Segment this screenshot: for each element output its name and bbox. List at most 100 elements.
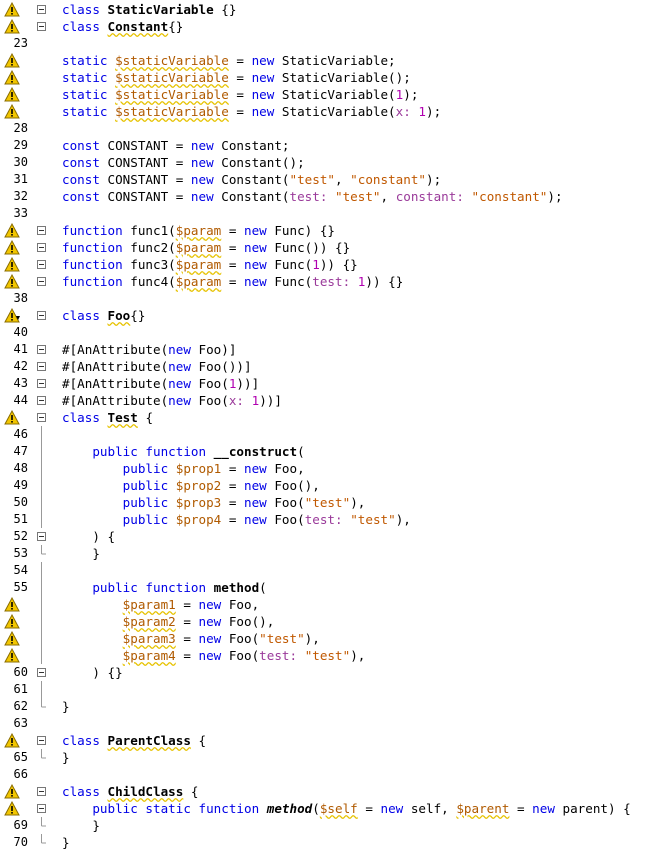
fold-toggle-icon[interactable] — [37, 787, 46, 796]
warning-icon[interactable] — [4, 223, 20, 238]
code-line[interactable]: 51 public $prop4 = new Foo(test: "test")… — [0, 511, 668, 528]
code-line[interactable]: 40 — [0, 324, 668, 341]
code-line[interactable]: class StaticVariable {} — [0, 1, 668, 18]
code-line[interactable]: 50 public $prop3 = new Foo("test"), — [0, 494, 668, 511]
fold-toggle-icon[interactable] — [37, 277, 46, 286]
fold-toggle-icon[interactable] — [37, 311, 46, 320]
code-text[interactable]: #[AnAttribute(new Foo(x: 1))] — [62, 392, 282, 409]
code-text[interactable]: const CONSTANT = new Constant; — [62, 137, 290, 154]
code-text[interactable]: static $staticVariable = new StaticVaria… — [62, 103, 441, 120]
code-text[interactable]: public $prop3 = new Foo("test"), — [62, 494, 366, 511]
code-text[interactable]: public $prop1 = new Foo, — [62, 460, 305, 477]
code-text[interactable]: #[AnAttribute(new Foo())] — [62, 358, 252, 375]
code-line[interactable]: function func2($param = new Func()) {} — [0, 239, 668, 256]
code-line[interactable]: 55 public function method( — [0, 579, 668, 596]
code-line[interactable]: function func3($param = new Func(1)) {} — [0, 256, 668, 273]
code-line[interactable]: $param1 = new Foo, — [0, 596, 668, 613]
code-line[interactable]: 29 const CONSTANT = new Constant; — [0, 137, 668, 154]
code-line[interactable]: 69 } — [0, 817, 668, 834]
fold-toggle-icon[interactable] — [37, 532, 46, 541]
code-text[interactable]: $param2 = new Foo(), — [62, 613, 275, 630]
code-line[interactable]: class ParentClass { — [0, 732, 668, 749]
code-line[interactable]: 23 — [0, 35, 668, 52]
code-line[interactable]: class ChildClass { — [0, 783, 668, 800]
code-line[interactable]: class Test { — [0, 409, 668, 426]
code-text[interactable]: static $staticVariable = new StaticVaria… — [62, 69, 411, 86]
fold-toggle-icon[interactable] — [37, 5, 46, 14]
code-line[interactable]: 63 — [0, 715, 668, 732]
code-line[interactable]: 43 #[AnAttribute(new Foo(1))] — [0, 375, 668, 392]
code-text[interactable]: static $staticVariable = new StaticVaria… — [62, 86, 418, 103]
code-text[interactable]: class Foo{} — [62, 307, 145, 324]
code-line[interactable]: $param4 = new Foo(test: "test"), — [0, 647, 668, 664]
code-line[interactable]: 42 #[AnAttribute(new Foo())] — [0, 358, 668, 375]
code-text[interactable]: function func4($param = new Func(test: 1… — [62, 273, 403, 290]
code-line[interactable]: 66 — [0, 766, 668, 783]
warning-icon[interactable] — [4, 19, 20, 34]
code-text[interactable]: class ParentClass { — [62, 732, 206, 749]
code-text[interactable]: function func3($param = new Func(1)) {} — [62, 256, 358, 273]
fold-toggle-icon[interactable] — [37, 345, 46, 354]
code-text[interactable]: $param4 = new Foo(test: "test"), — [62, 647, 366, 664]
warning-icon[interactable] — [4, 614, 20, 629]
code-line[interactable]: 47 public function __construct( — [0, 443, 668, 460]
code-text[interactable]: ) {} — [62, 664, 122, 681]
code-text[interactable]: } — [62, 545, 100, 562]
code-text[interactable]: public $prop4 = new Foo(test: "test"), — [62, 511, 411, 528]
code-line[interactable]: function func1($param = new Func) {} — [0, 222, 668, 239]
warning-icon[interactable] — [4, 274, 20, 289]
code-line[interactable]: 62} — [0, 698, 668, 715]
code-line[interactable]: function func4($param = new Func(test: 1… — [0, 273, 668, 290]
code-text[interactable]: function func1($param = new Func) {} — [62, 222, 335, 239]
warning-icon[interactable] — [4, 308, 20, 323]
code-text[interactable]: $param3 = new Foo("test"), — [62, 630, 320, 647]
code-text[interactable]: const CONSTANT = new Constant(test: "tes… — [62, 188, 563, 205]
code-text[interactable]: const CONSTANT = new Constant(); — [62, 154, 305, 171]
code-line[interactable]: 60 ) {} — [0, 664, 668, 681]
warning-icon[interactable] — [4, 70, 20, 85]
code-line[interactable]: 30 const CONSTANT = new Constant(); — [0, 154, 668, 171]
code-line[interactable]: public static function method($self = ne… — [0, 800, 668, 817]
code-text[interactable]: #[AnAttribute(new Foo)] — [62, 341, 236, 358]
warning-icon[interactable] — [4, 257, 20, 272]
fold-toggle-icon[interactable] — [37, 243, 46, 252]
code-text[interactable]: function func2($param = new Func()) {} — [62, 239, 350, 256]
warning-icon[interactable] — [4, 87, 20, 102]
code-text[interactable]: public function method( — [62, 579, 266, 596]
warning-icon[interactable] — [4, 597, 20, 612]
code-line[interactable]: $param3 = new Foo("test"), — [0, 630, 668, 647]
fold-toggle-icon[interactable] — [37, 226, 46, 235]
code-line[interactable]: 54 — [0, 562, 668, 579]
code-text[interactable]: } — [62, 749, 70, 766]
fold-toggle-icon[interactable] — [37, 413, 46, 422]
code-text[interactable]: class ChildClass { — [62, 783, 199, 800]
fold-toggle-icon[interactable] — [37, 804, 46, 813]
code-text[interactable]: } — [62, 698, 70, 715]
code-text[interactable]: class StaticVariable {} — [62, 1, 236, 18]
code-line[interactable]: 31 const CONSTANT = new Constant("test", … — [0, 171, 668, 188]
code-line[interactable]: 65} — [0, 749, 668, 766]
warning-icon[interactable] — [4, 801, 20, 816]
code-text[interactable]: #[AnAttribute(new Foo(1))] — [62, 375, 259, 392]
fold-toggle-icon[interactable] — [37, 396, 46, 405]
fold-toggle-icon[interactable] — [37, 362, 46, 371]
fold-toggle-icon[interactable] — [37, 260, 46, 269]
warning-icon[interactable] — [4, 784, 20, 799]
code-line[interactable]: 52 ) { — [0, 528, 668, 545]
code-line[interactable]: 33 — [0, 205, 668, 222]
code-line[interactable]: static $staticVariable = new StaticVaria… — [0, 103, 668, 120]
code-text[interactable]: public $prop2 = new Foo(), — [62, 477, 320, 494]
code-line[interactable]: 38 — [0, 290, 668, 307]
warning-icon[interactable] — [4, 733, 20, 748]
fold-toggle-icon[interactable] — [37, 379, 46, 388]
fold-toggle-icon[interactable] — [37, 736, 46, 745]
code-text[interactable]: class Test { — [62, 409, 153, 426]
code-line[interactable]: 46 — [0, 426, 668, 443]
code-line[interactable]: static $staticVariable = new StaticVaria… — [0, 86, 668, 103]
warning-icon[interactable] — [4, 631, 20, 646]
code-line[interactable]: class Foo{} — [0, 307, 668, 324]
code-text[interactable]: class Constant{} — [62, 18, 183, 35]
code-text[interactable]: static $staticVariable = new StaticVaria… — [62, 52, 396, 69]
code-line[interactable]: 49 public $prop2 = new Foo(), — [0, 477, 668, 494]
code-line[interactable]: static $staticVariable = new StaticVaria… — [0, 69, 668, 86]
